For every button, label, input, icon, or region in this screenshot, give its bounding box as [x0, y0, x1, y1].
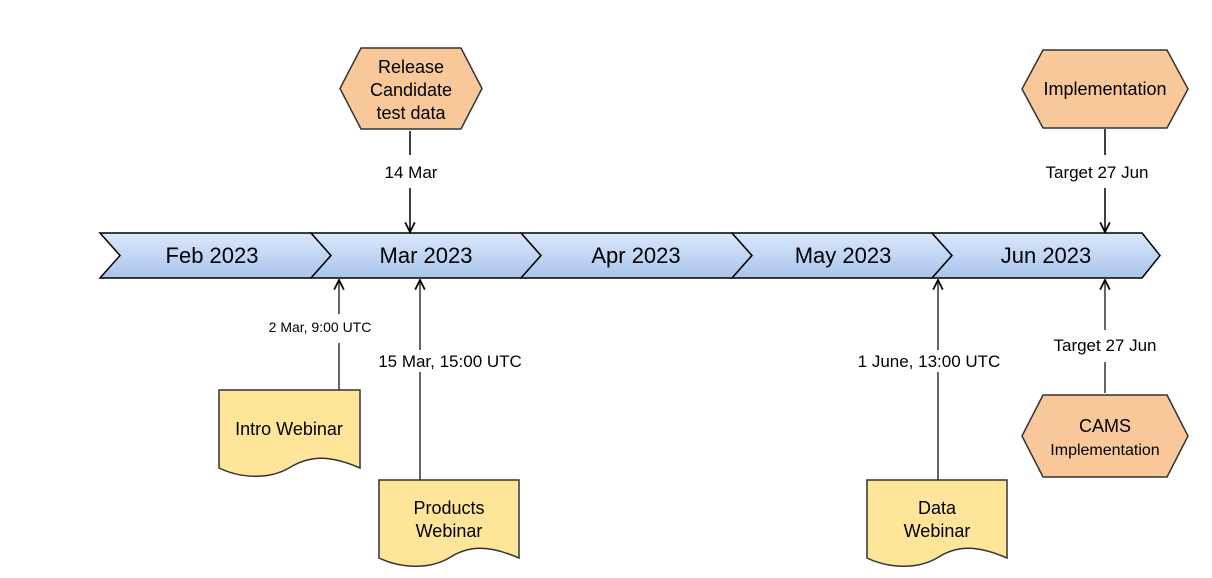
chevron-feb: Feb 2023: [98, 232, 333, 279]
event-text: Products: [413, 498, 484, 518]
chevron-jun: Jun 2023: [930, 232, 1161, 279]
event-text: Webinar: [416, 521, 483, 541]
event-text: Intro Webinar: [235, 419, 343, 439]
event-cams-implementation: Target 27 Jun CAMS Implementation: [1021, 280, 1189, 478]
chevron-mar: Mar 2023: [309, 232, 543, 279]
milestone-text: Release: [378, 57, 444, 77]
date-label: 1 June, 13:00 UTC: [858, 352, 1001, 371]
date-label: 14 Mar: [385, 163, 438, 182]
event-text: Implementation: [1050, 442, 1159, 459]
chevron-apr: Apr 2023: [519, 232, 754, 279]
milestone-text: Candidate: [370, 80, 452, 100]
date-label: Target 27 Jun: [1045, 163, 1148, 182]
timeline-diagram: Feb 2023 Mar 2023 Apr 2023 May 2023 Jun …: [98, 47, 1189, 567]
event-text: Webinar: [904, 521, 971, 541]
milestone-implementation: Implementation Target 27 Jun: [1021, 49, 1189, 232]
date-label: Target 27 Jun: [1053, 336, 1156, 355]
date-label: 2 Mar, 9:00 UTC: [269, 319, 372, 335]
milestone-text: test data: [376, 103, 446, 123]
milestone-text: Implementation: [1043, 79, 1166, 99]
month-label: Feb 2023: [166, 243, 259, 268]
milestone-release-candidate: Release Candidate test data 14 Mar: [339, 47, 483, 232]
event-text: Data: [918, 498, 957, 518]
month-label: Jun 2023: [1001, 243, 1092, 268]
event-text: CAMS: [1079, 416, 1131, 436]
event-data-webinar: 1 June, 13:00 UTC Data Webinar: [851, 280, 1008, 567]
event-products-webinar: 15 Mar, 15:00 UTC Products Webinar: [372, 280, 528, 567]
chevron-may: May 2023: [730, 232, 954, 279]
event-intro-webinar: 2 Mar, 9:00 UTC Intro Webinar: [218, 280, 372, 477]
month-chevrons: Feb 2023 Mar 2023 Apr 2023 May 2023 Jun …: [98, 232, 1161, 279]
month-label: May 2023: [795, 243, 892, 268]
date-label: 15 Mar, 15:00 UTC: [378, 352, 522, 371]
month-label: Mar 2023: [380, 243, 473, 268]
month-label: Apr 2023: [591, 243, 680, 268]
